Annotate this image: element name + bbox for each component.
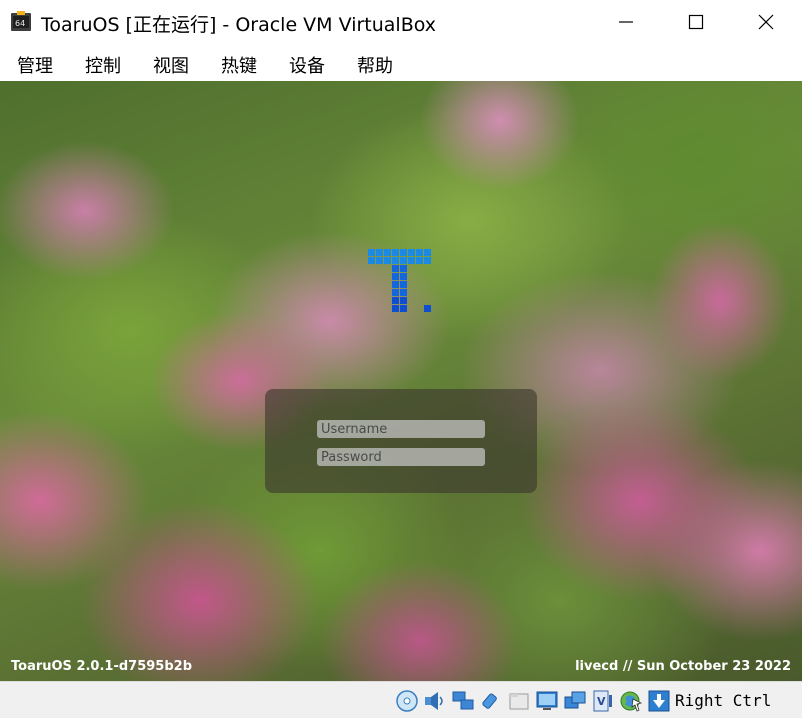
password-input[interactable] — [317, 448, 485, 466]
window-title: ToaruOS [正在运行] - Oracle VM VirtualBox — [41, 14, 437, 36]
menu-bar: 管理 控制 视图 热键 设备 帮助 — [0, 44, 802, 81]
vm-display[interactable]: ToaruOS 2.0.1-d7595b2b livecd // Sun Oct… — [0, 81, 802, 681]
virtualization-icon[interactable]: V — [591, 689, 615, 713]
title-bar: 64 ToaruOS [正在运行] - Oracle VM VirtualBox — [0, 0, 802, 44]
virtualbox-icon: 64 — [11, 11, 31, 31]
svg-text:V: V — [597, 695, 606, 708]
menu-item-devices[interactable]: 设备 — [289, 52, 325, 78]
menu-item-manage[interactable]: 管理 — [17, 52, 53, 78]
mouse-integration-icon[interactable] — [619, 689, 643, 713]
svg-text:64: 64 — [15, 19, 25, 28]
menu-item-hotkeys[interactable]: 热键 — [221, 52, 257, 78]
optical-drive-icon[interactable] — [395, 689, 419, 713]
minimize-button[interactable] — [591, 0, 661, 44]
menu-item-view[interactable]: 视图 — [153, 52, 189, 78]
maximize-icon — [688, 14, 704, 30]
audio-icon[interactable] — [423, 689, 447, 713]
menu-item-control[interactable]: 控制 — [85, 52, 121, 78]
keyboard-capture-icon[interactable] — [647, 689, 671, 713]
toaruos-logo — [368, 249, 431, 312]
minimize-icon — [619, 21, 633, 23]
session-date-label: livecd // Sun October 23 2022 — [575, 659, 791, 674]
os-version-label: ToaruOS 2.0.1-d7595b2b — [11, 659, 193, 674]
usb-icon[interactable] — [479, 689, 503, 713]
menu-item-help[interactable]: 帮助 — [357, 52, 393, 78]
display-icon[interactable] — [535, 689, 559, 713]
network-icon[interactable] — [451, 689, 475, 713]
shared-folders-icon[interactable] — [507, 689, 531, 713]
close-button[interactable] — [731, 0, 801, 44]
status-bar: V Right Ctrl — [0, 681, 802, 718]
login-panel — [265, 389, 537, 493]
username-input[interactable] — [317, 420, 485, 438]
host-key-label: Right Ctrl — [675, 691, 772, 710]
maximize-button[interactable] — [661, 0, 731, 44]
video-capture-icon[interactable] — [563, 689, 587, 713]
close-icon — [758, 14, 774, 30]
